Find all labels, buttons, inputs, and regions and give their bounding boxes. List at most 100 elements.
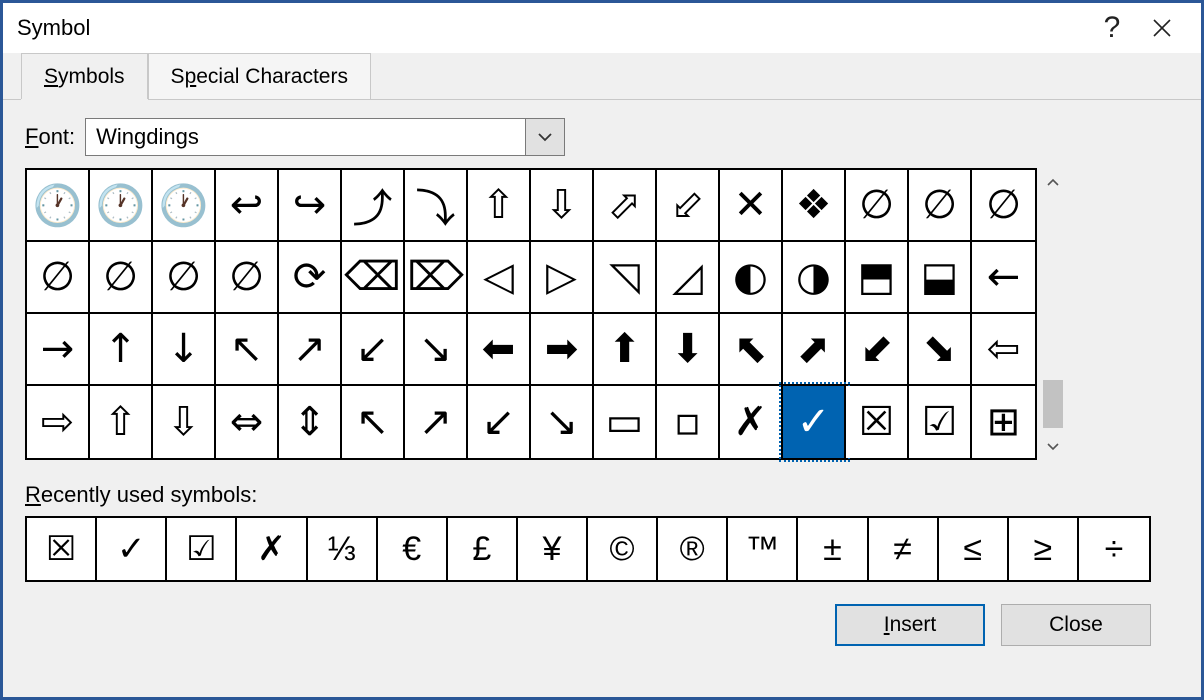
- close-dialog-button[interactable]: Close: [1001, 604, 1151, 646]
- grid-row: ⇨⇧⇩⇔⇕↖↗↙↘▭▫✗✓☒☑⊞: [27, 386, 1035, 458]
- symbol-cell[interactable]: ↩: [216, 170, 279, 242]
- symbol-cell[interactable]: ▫: [657, 386, 720, 458]
- recent-symbol-cell[interactable]: ±: [798, 518, 868, 580]
- symbol-cell[interactable]: ⬃: [657, 170, 720, 242]
- help-icon: ?: [1104, 11, 1121, 45]
- symbol-cell[interactable]: ↘: [405, 314, 468, 386]
- symbol-cell[interactable]: ✗: [720, 386, 783, 458]
- recent-symbol-cell[interactable]: ☑: [167, 518, 237, 580]
- symbol-cell[interactable]: ⤵: [405, 170, 468, 242]
- symbol-cell[interactable]: ⇨: [27, 386, 90, 458]
- recent-symbol-cell[interactable]: ⅓: [308, 518, 378, 580]
- symbol-cell[interactable]: ∅: [909, 170, 972, 242]
- symbol-cell[interactable]: ⟳: [279, 242, 342, 314]
- insert-button[interactable]: Insert: [835, 604, 985, 646]
- recent-symbol-cell[interactable]: ✗: [237, 518, 307, 580]
- symbol-cell[interactable]: ⇧: [468, 170, 531, 242]
- symbol-cell[interactable]: ∅: [90, 242, 153, 314]
- symbol-cell[interactable]: ☒: [846, 386, 909, 458]
- symbol-grid-wrap: 🕐🕐🕐↩↪⤴⤵⇧⇩⬀⬃✕❖∅∅∅∅∅∅∅⟳⌫⌦◁▷◹◿◐◑⬒⬓←→↑↓↖↗↙↘⬅…: [25, 168, 1179, 460]
- scroll-down-button[interactable]: [1041, 432, 1065, 460]
- symbol-cell[interactable]: ⇩: [531, 170, 594, 242]
- symbol-cell[interactable]: ⬀: [594, 170, 657, 242]
- tab-strip: Symbols Special Characters: [3, 53, 1201, 100]
- font-dropdown-button[interactable]: [525, 118, 565, 156]
- recent-symbol-cell[interactable]: £: [448, 518, 518, 580]
- recent-symbol-cell[interactable]: ®: [658, 518, 728, 580]
- symbol-cell[interactable]: ◁: [468, 242, 531, 314]
- close-icon: [1151, 17, 1173, 39]
- symbol-cell[interactable]: ⇧: [90, 386, 153, 458]
- recent-symbol-cell[interactable]: ≤: [939, 518, 1009, 580]
- recent-symbol-cell[interactable]: ✓: [97, 518, 167, 580]
- symbol-cell[interactable]: ▭: [594, 386, 657, 458]
- symbol-cell[interactable]: ⬆: [594, 314, 657, 386]
- symbol-cell[interactable]: ⊞: [972, 386, 1035, 458]
- symbol-cell[interactable]: ⬈: [783, 314, 846, 386]
- scroll-thumb[interactable]: [1043, 380, 1063, 428]
- symbol-cell[interactable]: ∅: [972, 170, 1035, 242]
- symbol-cell[interactable]: ⇦: [972, 314, 1035, 386]
- symbol-cell[interactable]: ⬅: [468, 314, 531, 386]
- tab-special-characters[interactable]: Special Characters: [148, 53, 371, 99]
- scroll-up-button[interactable]: [1041, 168, 1065, 196]
- symbol-cell[interactable]: ✕: [720, 170, 783, 242]
- recent-symbol-cell[interactable]: ÷: [1079, 518, 1149, 580]
- symbol-cell[interactable]: ⇕: [279, 386, 342, 458]
- font-select[interactable]: [85, 118, 565, 156]
- symbol-cell[interactable]: ⌫: [342, 242, 405, 314]
- scrollbar[interactable]: [1041, 168, 1065, 460]
- symbol-cell[interactable]: ∅: [153, 242, 216, 314]
- symbol-cell[interactable]: ↘: [531, 386, 594, 458]
- symbol-cell[interactable]: ⇩: [153, 386, 216, 458]
- symbol-cell[interactable]: ↖: [216, 314, 279, 386]
- recent-symbol-cell[interactable]: ¥: [518, 518, 588, 580]
- symbol-cell[interactable]: ⬓: [909, 242, 972, 314]
- symbol-cell[interactable]: ↗: [405, 386, 468, 458]
- symbol-cell[interactable]: ∅: [846, 170, 909, 242]
- help-button[interactable]: ?: [1087, 3, 1137, 53]
- recent-symbol-cell[interactable]: ☒: [27, 518, 97, 580]
- symbol-cell[interactable]: ◑: [783, 242, 846, 314]
- symbol-cell[interactable]: ↖: [342, 386, 405, 458]
- symbol-cell[interactable]: ➡: [531, 314, 594, 386]
- symbol-cell[interactable]: 🕐: [27, 170, 90, 242]
- symbol-cell[interactable]: ⇔: [216, 386, 279, 458]
- scroll-track[interactable]: [1041, 196, 1065, 432]
- recent-symbol-cell[interactable]: €: [378, 518, 448, 580]
- symbol-cell[interactable]: 🕐: [153, 170, 216, 242]
- symbol-cell[interactable]: ⬒: [846, 242, 909, 314]
- footer: Insert Close: [25, 582, 1179, 646]
- recent-symbol-cell[interactable]: ≠: [869, 518, 939, 580]
- symbol-cell[interactable]: ❖: [783, 170, 846, 242]
- symbol-cell[interactable]: ◹: [594, 242, 657, 314]
- symbol-cell[interactable]: ◿: [657, 242, 720, 314]
- symbol-cell[interactable]: ⤴: [342, 170, 405, 242]
- recent-symbol-cell[interactable]: ™: [728, 518, 798, 580]
- close-button[interactable]: [1137, 3, 1187, 53]
- recent-symbol-cell[interactable]: ©: [588, 518, 658, 580]
- symbol-cell[interactable]: ↙: [468, 386, 531, 458]
- symbol-cell[interactable]: ⌦: [405, 242, 468, 314]
- recent-symbol-cell[interactable]: ≥: [1009, 518, 1079, 580]
- symbol-cell[interactable]: ▷: [531, 242, 594, 314]
- symbol-cell[interactable]: →: [27, 314, 90, 386]
- symbol-cell[interactable]: ↙: [342, 314, 405, 386]
- symbol-cell[interactable]: ∅: [27, 242, 90, 314]
- symbol-cell[interactable]: ↓: [153, 314, 216, 386]
- symbol-cell[interactable]: ←: [972, 242, 1035, 314]
- symbol-cell[interactable]: ↗: [279, 314, 342, 386]
- symbol-cell[interactable]: ☑: [909, 386, 972, 458]
- tab-symbols[interactable]: Symbols: [21, 53, 148, 99]
- symbol-cell[interactable]: ∅: [216, 242, 279, 314]
- symbol-cell[interactable]: ⬉: [720, 314, 783, 386]
- symbol-cell[interactable]: ⬇: [657, 314, 720, 386]
- font-input[interactable]: [85, 118, 525, 156]
- symbol-cell[interactable]: ✓: [783, 386, 846, 458]
- symbol-cell[interactable]: ⬋: [846, 314, 909, 386]
- symbol-cell[interactable]: ◐: [720, 242, 783, 314]
- symbol-cell[interactable]: 🕐: [90, 170, 153, 242]
- symbol-cell[interactable]: ⬊: [909, 314, 972, 386]
- symbol-cell[interactable]: ↑: [90, 314, 153, 386]
- symbol-cell[interactable]: ↪: [279, 170, 342, 242]
